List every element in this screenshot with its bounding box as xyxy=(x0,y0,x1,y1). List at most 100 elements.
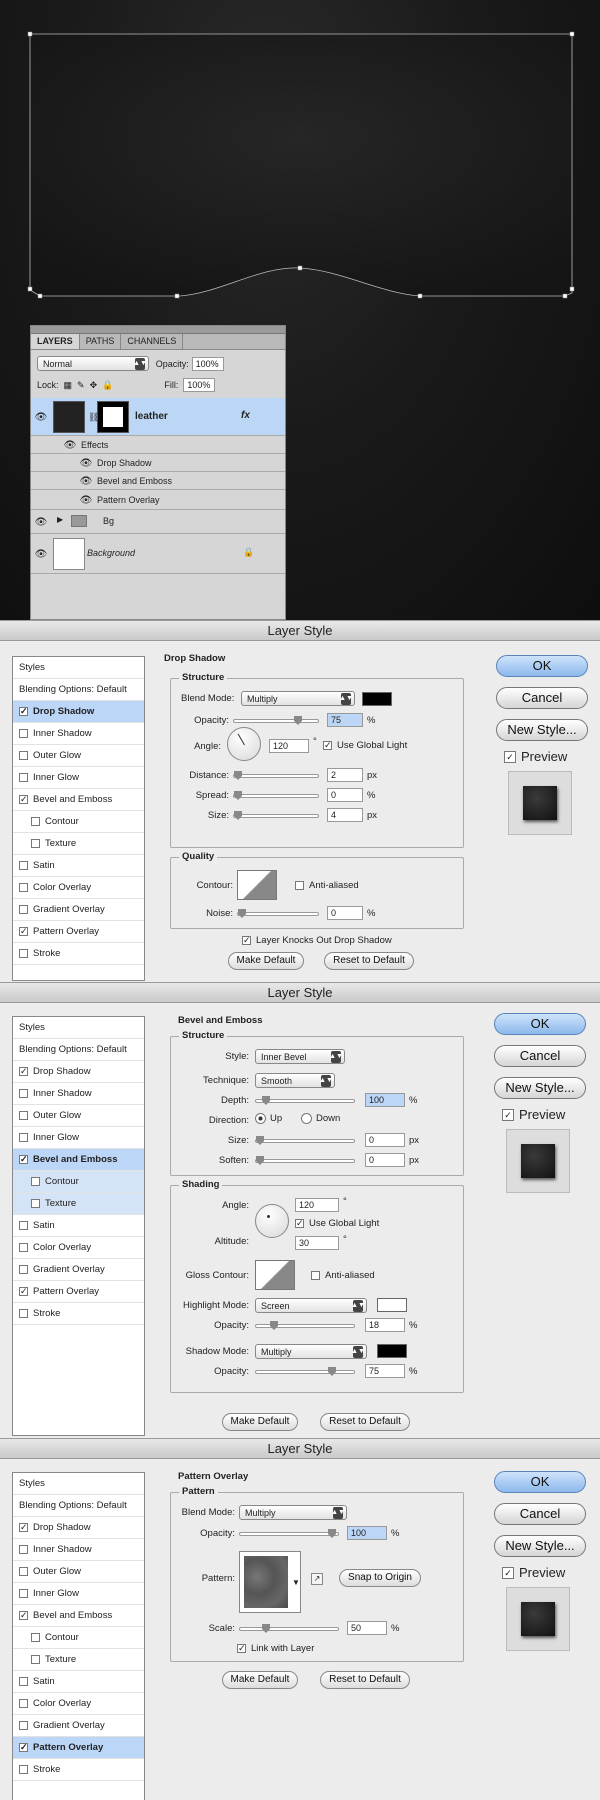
checkbox[interactable] xyxy=(31,839,40,848)
style-inner-shadow[interactable]: Inner Shadow xyxy=(13,1083,144,1105)
angle-field[interactable]: 120 xyxy=(269,739,309,753)
slider-thumb[interactable] xyxy=(234,811,242,820)
style-color-overlay[interactable]: Color Overlay xyxy=(13,877,144,899)
checkbox[interactable] xyxy=(31,817,40,826)
style-color-overlay[interactable]: Color Overlay xyxy=(13,1693,144,1715)
style-texture[interactable]: Texture xyxy=(13,833,144,855)
preview-option[interactable]: ✓ Preview xyxy=(502,1565,565,1580)
checkbox[interactable] xyxy=(19,949,28,958)
checkbox[interactable] xyxy=(31,1177,40,1186)
slider-thumb[interactable] xyxy=(262,1096,270,1105)
styles-header[interactable]: Styles xyxy=(13,657,144,679)
checkbox[interactable] xyxy=(19,1111,28,1120)
effect-pattern-overlay[interactable]: 👁 Pattern Overlay xyxy=(31,490,285,510)
anti-aliased-option[interactable]: Anti-aliased xyxy=(311,1270,375,1281)
technique-select[interactable]: Smooth ▲▼ xyxy=(255,1073,335,1088)
eye-icon[interactable]: 👁 xyxy=(63,438,77,452)
depth-slider[interactable] xyxy=(255,1096,355,1105)
style-inner-glow[interactable]: Inner Glow xyxy=(13,1583,144,1605)
layer-leather[interactable]: 👁 ⛓ leather fx xyxy=(31,398,285,436)
noise-field[interactable]: 0 xyxy=(327,906,363,920)
direction-up-option[interactable]: Up xyxy=(255,1113,282,1124)
panel-titlebar[interactable] xyxy=(31,326,285,334)
tab-channels[interactable]: CHANNELS xyxy=(121,334,184,349)
layer-background[interactable]: 👁 Background 🔒 xyxy=(31,534,285,574)
checkbox[interactable] xyxy=(19,1309,28,1318)
checkbox[interactable] xyxy=(19,883,28,892)
preview-option[interactable]: ✓ Preview xyxy=(504,749,567,764)
style-inner-shadow[interactable]: Inner Shadow xyxy=(13,1539,144,1561)
global-light-option[interactable]: ✓ Use Global Light xyxy=(295,1218,379,1229)
checkbox[interactable]: ✓ xyxy=(19,1155,28,1164)
slider-thumb[interactable] xyxy=(328,1367,336,1376)
style-drop-shadow[interactable]: ✓ Drop Shadow xyxy=(13,1061,144,1083)
opacity-slider[interactable] xyxy=(239,1529,339,1538)
ok-button[interactable]: OK xyxy=(496,655,588,677)
reset-default-button[interactable]: Reset to Default xyxy=(324,952,414,970)
reset-default-button[interactable]: Reset to Default xyxy=(320,1671,410,1689)
angle-dial[interactable] xyxy=(227,727,261,761)
checkbox[interactable] xyxy=(19,1545,28,1554)
new-preset-icon[interactable]: ↗ xyxy=(311,1573,323,1585)
style-drop-shadow[interactable]: ✓ Drop Shadow xyxy=(13,1517,144,1539)
checkbox[interactable] xyxy=(19,751,28,760)
blending-options[interactable]: Blending Options: Default xyxy=(13,1495,144,1517)
checkbox[interactable] xyxy=(19,1765,28,1774)
checkbox[interactable] xyxy=(19,1221,28,1230)
shadow-color-swatch[interactable] xyxy=(362,692,392,706)
style-bevel-emboss[interactable]: ✓ Bevel and Emboss xyxy=(13,1149,144,1171)
gloss-contour-picker[interactable] xyxy=(255,1260,295,1290)
slider-thumb[interactable] xyxy=(270,1321,278,1330)
size-field[interactable]: 0 xyxy=(365,1133,405,1147)
eye-icon[interactable]: 👁 xyxy=(34,410,48,424)
global-light-option[interactable]: ✓ Use Global Light xyxy=(323,740,407,751)
snap-to-origin-button[interactable]: Snap to Origin xyxy=(339,1569,421,1587)
style-inner-glow[interactable]: Inner Glow xyxy=(13,1127,144,1149)
checkbox[interactable] xyxy=(295,881,304,890)
make-default-button[interactable]: Make Default xyxy=(228,952,304,970)
checkbox[interactable] xyxy=(19,1677,28,1686)
highlight-color-swatch[interactable] xyxy=(377,1298,407,1312)
make-default-button[interactable]: Make Default xyxy=(222,1413,298,1431)
style-pattern-overlay[interactable]: ✓ Pattern Overlay xyxy=(13,1281,144,1303)
tab-layers[interactable]: LAYERS xyxy=(31,334,80,349)
checkbox[interactable]: ✓ xyxy=(19,1067,28,1076)
soften-field[interactable]: 0 xyxy=(365,1153,405,1167)
anti-aliased-option[interactable]: Anti-aliased xyxy=(295,880,359,891)
style-satin[interactable]: Satin xyxy=(13,1215,144,1237)
slider-thumb[interactable] xyxy=(234,791,242,800)
style-outer-glow[interactable]: Outer Glow xyxy=(13,1561,144,1583)
checkbox[interactable] xyxy=(19,1589,28,1598)
lock-brush-icon[interactable]: ✎ xyxy=(77,380,85,391)
styles-header[interactable]: Styles xyxy=(13,1473,144,1495)
fx-icon[interactable]: fx xyxy=(241,410,250,421)
checkbox[interactable] xyxy=(31,1633,40,1642)
ok-button[interactable]: OK xyxy=(494,1471,586,1493)
noise-slider[interactable] xyxy=(237,909,319,918)
spread-field[interactable]: 0 xyxy=(327,788,363,802)
spread-slider[interactable] xyxy=(233,791,319,800)
slider-thumb[interactable] xyxy=(238,909,246,918)
checkbox[interactable] xyxy=(311,1271,320,1280)
eye-icon[interactable]: 👁 xyxy=(79,493,93,507)
opacity-field[interactable]: 100 xyxy=(347,1526,387,1540)
lock-all-icon[interactable]: 🔒 xyxy=(102,380,113,391)
checkbox[interactable]: ✓ xyxy=(502,1108,514,1121)
cancel-button[interactable]: Cancel xyxy=(494,1503,586,1525)
style-contour[interactable]: Contour xyxy=(13,1171,144,1193)
checkbox[interactable]: ✓ xyxy=(19,1743,28,1752)
eye-icon[interactable]: 👁 xyxy=(34,515,48,529)
shadow-mode-select[interactable]: Multiply ▲▼ xyxy=(255,1344,367,1359)
style-gradient-overlay[interactable]: Gradient Overlay xyxy=(13,1259,144,1281)
new-style-button[interactable]: New Style... xyxy=(494,1077,586,1099)
style-texture[interactable]: Texture xyxy=(13,1649,144,1671)
style-satin[interactable]: Satin xyxy=(13,855,144,877)
eye-icon[interactable]: 👁 xyxy=(34,547,48,561)
checkbox[interactable] xyxy=(19,1699,28,1708)
make-default-button[interactable]: Make Default xyxy=(222,1671,298,1689)
scale-field[interactable]: 50 xyxy=(347,1621,387,1635)
scale-slider[interactable] xyxy=(239,1624,339,1633)
style-pattern-overlay[interactable]: ✓ Pattern Overlay xyxy=(13,1737,144,1759)
highlight-opacity-field[interactable]: 18 xyxy=(365,1318,405,1332)
style-contour[interactable]: Contour xyxy=(13,811,144,833)
